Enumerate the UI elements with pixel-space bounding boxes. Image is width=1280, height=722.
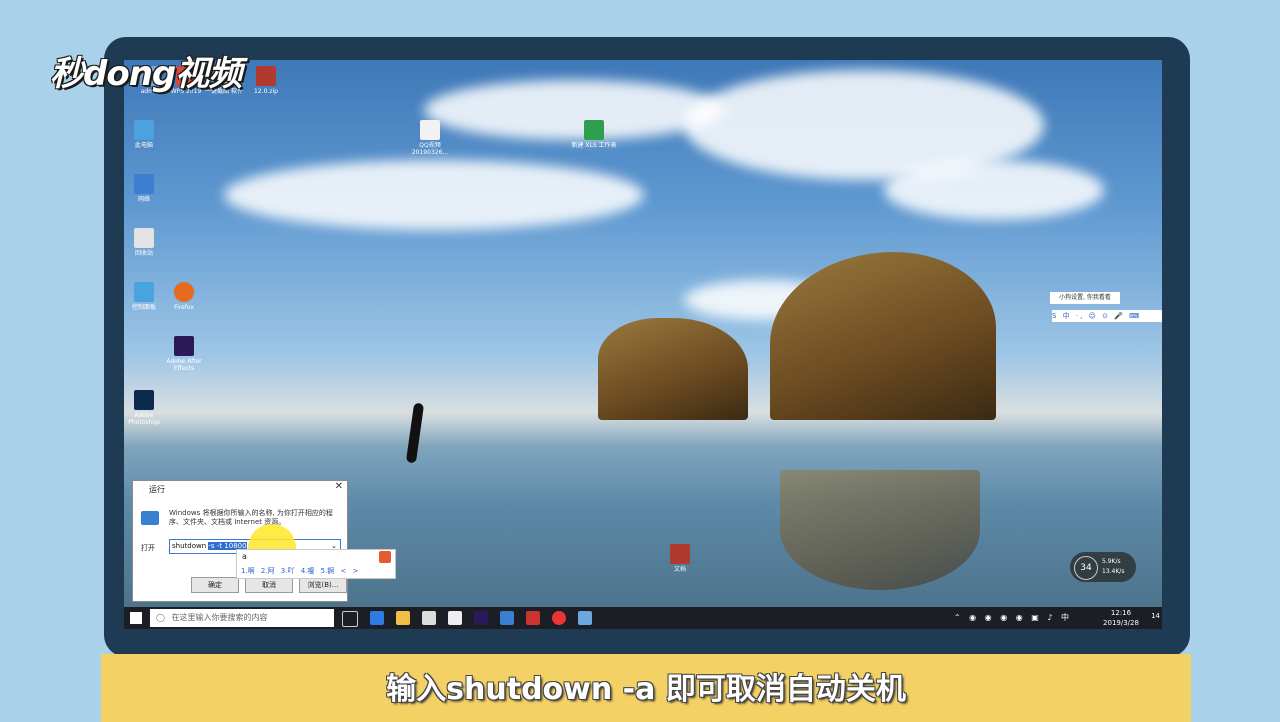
desktop-icon[interactable]: Adobe Photoshop (124, 390, 170, 426)
desktop-icon[interactable]: Adobe After Effects (158, 336, 210, 372)
download-rate: 13.4K/s (1102, 568, 1125, 575)
desktop-icon[interactable]: 网络 (124, 174, 170, 203)
after-effects-icon (174, 336, 194, 356)
run-dialog-task-icon[interactable] (578, 611, 592, 625)
ok-button[interactable]: 确定 (191, 577, 239, 593)
browse-button[interactable]: 浏览(B)... (299, 577, 347, 593)
icon-label: QQ视频 20190326... (411, 142, 449, 156)
spreadsheet-icon (584, 120, 604, 140)
photoshop-icon (134, 390, 154, 410)
desktop-icon[interactable]: QQ视频 20190326... (404, 120, 456, 156)
desktop-icon[interactable]: 此电脑 (124, 120, 170, 149)
ime-tooltip: 小狗设置, 你我看看 (1050, 292, 1120, 304)
desktop-icon[interactable]: 回收站 (124, 228, 170, 257)
search-placeholder: 在这里输入你要搜索的内容 (171, 613, 268, 622)
app-icon[interactable] (526, 611, 540, 625)
sea-rock-right (770, 252, 996, 420)
computer-icon (134, 120, 154, 140)
record-icon[interactable] (552, 611, 566, 625)
cloud (884, 160, 1104, 220)
run-app-icon (141, 511, 159, 525)
app-icon[interactable] (500, 611, 514, 625)
store-icon[interactable] (422, 611, 436, 625)
desktop-icon[interactable]: 新建 XLS 工作表 (568, 120, 620, 149)
sea-rock-left (598, 318, 748, 420)
icon-label: 回收站 (134, 250, 153, 257)
archive-icon (670, 544, 690, 564)
caption-bar: 输入shutdown -a 即可取消自动关机 (101, 654, 1191, 722)
icon-label: 此电脑 (134, 142, 153, 149)
desktop-icon[interactable]: 文档 (654, 544, 706, 573)
taskbar-clock[interactable]: 12:16 2019/3/28 (1096, 608, 1146, 628)
recycle-bin-icon (134, 228, 154, 248)
document-icon (420, 120, 440, 140)
icon-label: Firefox (174, 304, 194, 311)
icon-label: Adobe Photoshop (128, 412, 160, 426)
network-speed-widget[interactable]: 34 5.9K/s 13.4K/s (1070, 552, 1136, 582)
system-tray[interactable]: ⌃ ◉ ◉ ◉ ◉ ▣ ♪ 中 (954, 612, 1072, 623)
cloud (224, 160, 644, 230)
icon-label: 12.0.zip (254, 88, 278, 95)
speed-rates: 5.9K/s 13.4K/s (1102, 557, 1124, 577)
desktop-screen: admin WPS 2019 一键截图 软件 12.0.zip 此电脑 回收站 … (124, 60, 1162, 629)
ime-candidates[interactable]: 1.啊 2.阿 3.吖 4.嗄 5.锕 < > (241, 566, 358, 576)
run-dialog-description: Windows 将根据你所输入的名称, 为你打开相应的程序、文件夹、文档或 In… (169, 509, 333, 526)
input-text: shutdown (172, 542, 207, 550)
brand-logo: 秒dong视频 (50, 54, 242, 94)
task-view-icon[interactable] (342, 611, 358, 627)
run-dialog: 运行 ✕ Windows 将根据你所输入的名称, 为你打开相应的程序、文件夹、文… (132, 480, 348, 602)
notification-count[interactable]: 14 (1151, 612, 1160, 620)
icon-label: Adobe After Effects (166, 358, 202, 372)
caption-text: 输入shutdown -a 即可取消自动关机 (386, 672, 906, 707)
input-language[interactable]: 中 (1061, 613, 1072, 622)
icon-label: 文档 (673, 566, 686, 573)
desktop-icon[interactable]: Firefox (158, 282, 210, 311)
close-icon[interactable]: ✕ (335, 481, 343, 492)
windows-start-icon[interactable] (130, 612, 142, 624)
ime-candidate-window[interactable]: a 1.啊 2.阿 3.吖 4.嗄 5.锕 < > (236, 549, 396, 579)
firefox-icon (174, 282, 194, 302)
file-explorer-icon[interactable] (396, 611, 410, 625)
sogou-ime-icon (379, 551, 391, 563)
archive-icon (256, 66, 276, 86)
taskbar-search[interactable]: ◯ 在这里输入你要搜索的内容 (150, 609, 334, 627)
time: 12:16 (1110, 609, 1132, 617)
ime-toolbar[interactable]: S 中 ·, ☺ ⊙ 🎤 ⌨ (1052, 310, 1162, 322)
icon-label: 控制面板 (131, 304, 156, 311)
taskbar: ◯ 在这里输入你要搜索的内容 ⌃ ◉ ◉ ◉ ◉ ▣ ♪ 中 12:16 201… (124, 607, 1162, 629)
control-panel-icon (134, 282, 154, 302)
search-icon: ◯ (156, 613, 165, 622)
open-label: 打开 (141, 544, 155, 552)
mail-icon[interactable] (448, 611, 462, 625)
date: 2019/3/28 (1103, 619, 1139, 627)
run-dialog-title: 运行 (149, 485, 165, 494)
runner-silhouette (405, 402, 425, 464)
cpu-percent: 34 (1074, 556, 1098, 580)
cancel-button[interactable]: 取消 (245, 577, 293, 593)
icon-label: 网络 (137, 196, 150, 203)
network-icon (134, 174, 154, 194)
desktop-icon[interactable]: 12.0.zip (240, 66, 292, 95)
edge-icon[interactable] (370, 611, 384, 625)
icon-label: 新建 XLS 工作表 (571, 142, 617, 149)
ime-composition: a (242, 552, 247, 561)
upload-rate: 5.9K/s (1102, 558, 1121, 565)
rock-reflection (780, 470, 980, 590)
after-effects-icon[interactable] (474, 611, 488, 625)
